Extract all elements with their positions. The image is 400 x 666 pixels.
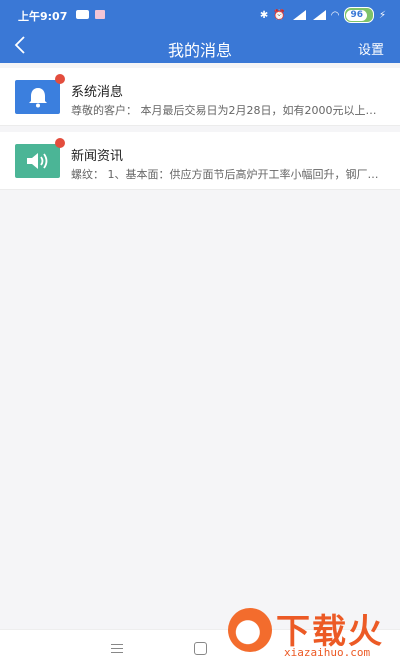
- status-indicators: ✱ ⏰ ◠ 96 ⚡: [260, 7, 386, 23]
- watermark-domain: xiazaihuo.com: [284, 646, 371, 659]
- app-notification-icon: [95, 10, 105, 19]
- wifi-icon: ◠: [330, 9, 340, 21]
- item-title: 新闻资讯: [71, 149, 124, 164]
- item-title: 系统消息: [71, 85, 124, 100]
- signal-icon-1: [291, 10, 306, 20]
- list-item-news[interactable]: 新闻资讯 螺纹： 1、基本面：供应方面节后高炉开工率小幅回升，钢厂复产节奏加快: [0, 132, 400, 190]
- settings-button[interactable]: 设置: [358, 39, 384, 58]
- message-list: 系统消息 尊敬的客户： 本月最后交易日为2月28日，如有2000元以上转账请提前…: [0, 63, 400, 190]
- alarm-icon: ⏰: [273, 9, 286, 21]
- signal-icon-2: [311, 10, 326, 20]
- unread-dot: [55, 138, 65, 148]
- flame-logo-icon: [228, 608, 272, 652]
- battery-icon: 96: [344, 7, 374, 23]
- status-bar: 上午9:07 ✱ ⏰ ◠ 96 ⚡: [0, 0, 400, 28]
- item-preview: 尊敬的客户： 本月最后交易日为2月28日，如有2000元以上转账请提前安排: [71, 104, 384, 117]
- list-item-system-messages[interactable]: 系统消息 尊敬的客户： 本月最后交易日为2月28日，如有2000元以上转账请提前…: [0, 68, 400, 126]
- unread-dot: [55, 74, 65, 84]
- item-preview: 螺纹： 1、基本面：供应方面节后高炉开工率小幅回升，钢厂复产节奏加快: [71, 168, 384, 181]
- home-icon[interactable]: [194, 642, 207, 655]
- menu-icon[interactable]: [111, 644, 123, 653]
- message-notification-icon: [76, 10, 89, 19]
- status-time: 上午9:07: [18, 10, 68, 23]
- header-bar: 上午9:07 ✱ ⏰ ◠ 96 ⚡ 我的消息 设置: [0, 0, 400, 63]
- battery-level: 96: [346, 10, 367, 21]
- watermark-logo: 下载火 xiazaihuo.com: [228, 604, 398, 664]
- page-title: 我的消息: [167, 41, 232, 60]
- bluetooth-icon: ✱: [259, 9, 269, 21]
- bell-icon: [15, 80, 60, 114]
- speaker-icon: [15, 144, 60, 178]
- charging-icon: ⚡: [378, 9, 386, 21]
